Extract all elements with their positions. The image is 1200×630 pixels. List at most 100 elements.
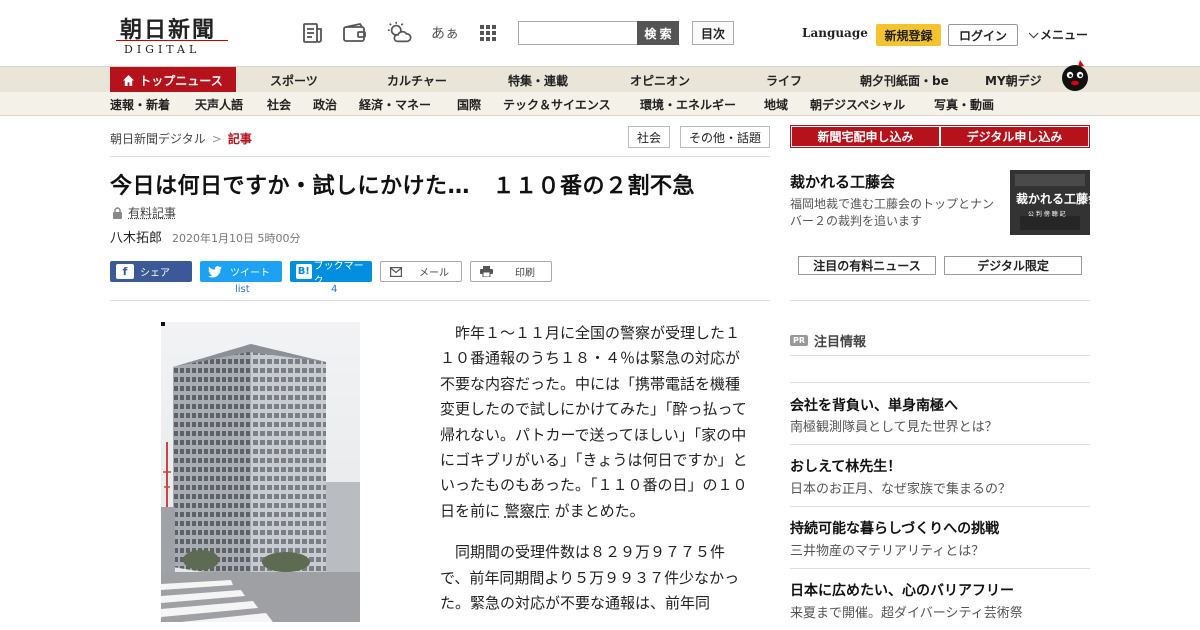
lock-icon	[112, 206, 123, 219]
newspaper-delivery-button[interactable]: 新聞宅配申し込み	[792, 127, 939, 146]
divider	[110, 300, 770, 301]
nav-item-features[interactable]: 特集・連載	[508, 67, 568, 93]
mail-share-button[interactable]: メール	[380, 261, 462, 282]
pr-badge: PR	[790, 335, 809, 346]
mail-icon	[387, 264, 405, 279]
share-label: シェア	[140, 268, 170, 279]
feature-thumbnail-subtitle: 公 判 傍 聴 記	[1028, 211, 1066, 218]
nav-item-culture[interactable]: カルチャー	[387, 67, 447, 93]
nav-item-label: トップニュース	[139, 73, 223, 88]
language-link[interactable]: Language	[802, 26, 868, 40]
article-paragraph: 昨年１～１１月に全国の警察が受理した１１０番通報のうち１８・４％は緊急の対応が不…	[440, 321, 750, 524]
article-photo-building[interactable]	[161, 322, 360, 622]
weather-icon[interactable]	[386, 20, 412, 46]
print-button[interactable]: 印刷	[470, 261, 552, 282]
twitter-icon	[206, 264, 224, 279]
primary-nav: トップニュース スポーツ カルチャー 特集・連載 オピニオン ライフ 朝夕刊紙面…	[0, 66, 1200, 93]
pr-item-desc: 三井物産のマテリアリティとは？	[790, 544, 985, 559]
nav2-item-economy[interactable]: 経済・マネー	[359, 92, 431, 116]
login-button[interactable]: ログイン	[948, 24, 1018, 46]
divider	[790, 444, 1090, 445]
toc-button[interactable]: 目次	[692, 21, 734, 45]
pr-item-title[interactable]: 会社を背負い、単身南極へ	[790, 395, 958, 415]
paragraph-text: 昨年１～１１月に全国の警察が受理した１１０番通報のうち１８・４％は緊急の対応が不…	[440, 324, 748, 520]
tab-digital-only[interactable]: デジタル限定	[944, 256, 1082, 275]
hatena-bookmark-button[interactable]: B! ブックマーク	[290, 261, 372, 287]
divider	[790, 300, 1090, 301]
nav2-item-breaking[interactable]: 速報・新着	[110, 92, 170, 116]
nav2-item-politics[interactable]: 政治	[313, 92, 337, 116]
nav-item-paper[interactable]: 朝夕刊紙面・be	[860, 67, 949, 93]
pr-item-desc: 来夏まで開催。超ダイバーシティ芸術祭	[790, 606, 1023, 621]
article-body: 昨年１～１１月に全国の警察が受理した１１０番通報のうち１８・４％は緊急の対応が不…	[440, 321, 750, 630]
search-button[interactable]: 検 索	[637, 21, 679, 45]
breadcrumb-separator: >	[211, 132, 222, 146]
paid-article-badge[interactable]: 有料記事	[112, 204, 176, 221]
feature-thumbnail[interactable]: 裁かれる工藤会 公 判 傍 聴 記	[1010, 170, 1090, 235]
print-label: 印刷	[515, 268, 535, 279]
nav-item-top-news[interactable]: トップニュース	[110, 67, 236, 93]
paragraph-text: がまとめた。	[554, 501, 645, 520]
mascot-icon[interactable]	[1058, 58, 1092, 92]
home-icon	[123, 74, 135, 86]
tab-featured-paid-news[interactable]: 注目の有料ニュース	[798, 256, 936, 275]
pr-item-title[interactable]: おしえて林先生！	[790, 456, 901, 476]
divider	[110, 156, 770, 157]
nav2-item-photo-video[interactable]: 写真・動画	[934, 92, 994, 116]
chevron-down-icon	[1028, 28, 1039, 39]
keyword-link-npa[interactable]: 警察庁	[505, 502, 550, 520]
twitter-count[interactable]: list	[235, 284, 250, 295]
wallet-icon[interactable]	[342, 20, 368, 46]
nav2-item-society[interactable]: 社会	[267, 92, 291, 116]
nav-item-life[interactable]: ライフ	[766, 67, 802, 93]
twitter-share-button[interactable]: ツイート	[200, 261, 282, 282]
signup-button[interactable]: 新規登録	[876, 24, 941, 46]
nav2-item-tech[interactable]: テック＆サイエンス	[503, 92, 611, 116]
logo-text-en: DIGITAL	[124, 43, 201, 56]
breadcrumb-current: 記事	[227, 132, 252, 146]
divider	[790, 382, 1090, 383]
nav2-item-international[interactable]: 国際	[457, 92, 481, 116]
tag-society[interactable]: 社会	[628, 126, 670, 148]
font-size-icon[interactable]: あぁ	[430, 20, 460, 46]
digital-subscribe-button[interactable]: デジタル申し込み	[941, 127, 1088, 146]
bookmark-label: ブックマーク	[313, 260, 364, 287]
hatena-count[interactable]: 4	[331, 284, 337, 295]
secondary-nav: 速報・新着 天声人語 社会 政治 経済・マネー 国際 テック＆サイエンス 環境・…	[0, 92, 1200, 116]
paid-article-label: 有料記事	[128, 206, 177, 220]
divider	[790, 506, 1090, 507]
mail-label: メール	[419, 268, 449, 279]
tag-other-topics[interactable]: その他・話題	[680, 126, 770, 148]
nav2-item-environment[interactable]: 環境・エネルギー	[640, 92, 736, 116]
print-icon	[477, 264, 495, 279]
menu-label: メニュー	[1040, 28, 1089, 42]
nav2-item-region[interactable]: 地域	[764, 92, 788, 116]
nav2-item-special[interactable]: 朝デジスペシャル	[810, 92, 905, 116]
tweet-label: ツイート	[230, 268, 270, 279]
breadcrumb: 朝日新聞デジタル > 記事	[110, 130, 252, 147]
newspaper-icon[interactable]	[300, 20, 326, 46]
logo-underline	[116, 40, 228, 41]
feature-title[interactable]: 裁かれる工藤会	[790, 171, 895, 192]
site-logo[interactable]: 朝日新聞 DIGITAL	[112, 12, 232, 56]
article-paragraph: 同期間の受理件数は８２９万９７７５件で、前年同期間より５万９９３７件少なかった。…	[440, 543, 740, 613]
pr-heading-label: 注目情報	[814, 335, 867, 350]
nav-item-opinion[interactable]: オピニオン	[630, 67, 690, 93]
divider	[790, 355, 1090, 356]
divider	[790, 568, 1090, 569]
nav2-item-tenseijingo[interactable]: 天声人語	[195, 92, 243, 116]
nav-item-my-asadigi[interactable]: MY朝デジ	[985, 67, 1042, 93]
pr-item-desc: 日本のお正月、なぜ家族で集まるの？	[790, 482, 1012, 497]
facebook-share-button[interactable]: f シェア	[110, 261, 192, 282]
site-header: 朝日新聞 DIGITAL あぁ 検 索 目次 Language 新規登録 ログイ…	[0, 0, 1200, 66]
pr-item-title[interactable]: 持続可能な暮らしづくりへの挑戦	[790, 518, 999, 538]
apps-grid-icon[interactable]	[475, 20, 501, 46]
facebook-icon: f	[116, 264, 134, 279]
nav-item-sports[interactable]: スポーツ	[270, 67, 318, 93]
pr-item-title[interactable]: 日本に広めたい、心のバリアフリー	[790, 580, 1014, 600]
pr-heading: PR 注目情報	[790, 331, 866, 350]
breadcrumb-home[interactable]: 朝日新聞デジタル	[110, 132, 206, 146]
menu-button[interactable]: メニュー	[1028, 26, 1088, 43]
author-name[interactable]: 八木拓郎	[110, 231, 162, 246]
search-input[interactable]	[518, 21, 638, 45]
